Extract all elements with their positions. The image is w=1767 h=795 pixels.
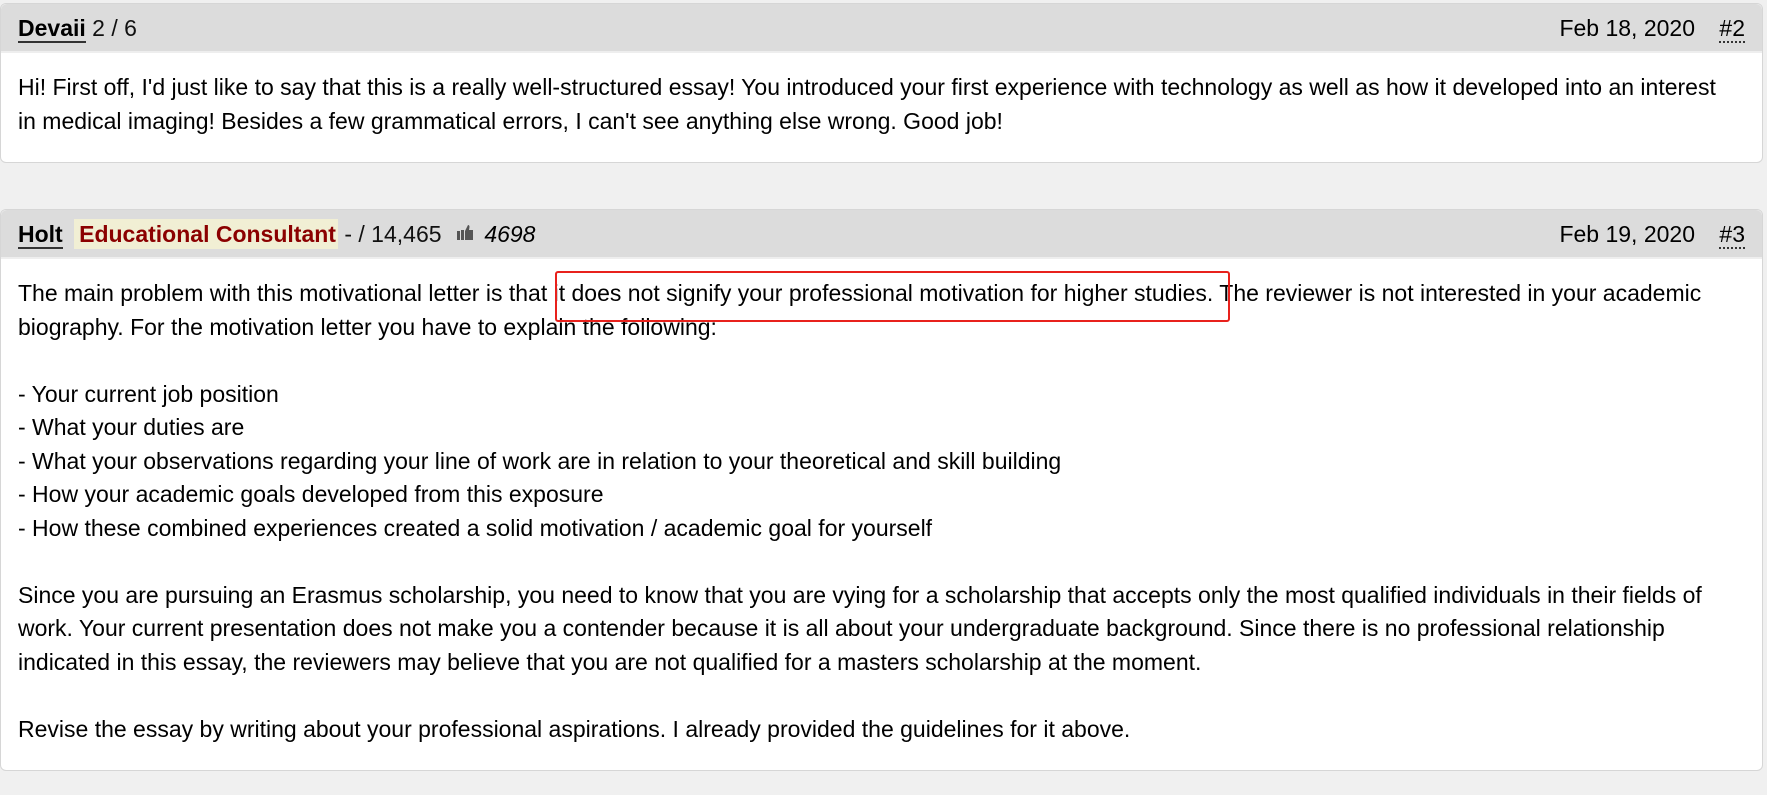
post-date: Feb 18, 2020 <box>1559 15 1696 41</box>
intro-text: The main problem with this motivational … <box>18 280 554 306</box>
body-paragraph: Since you are pursuing an Erasmus schola… <box>18 581 1702 675</box>
forum-post: Holt Educational Consultant - / 14,465 4… <box>0 209 1763 771</box>
author-post-count: - / 14,465 <box>344 221 442 247</box>
likes-count: 4698 <box>484 221 536 247</box>
list-item: - How your academic goals developed from… <box>18 481 604 507</box>
body-paragraph: Revise the essay by writing about your p… <box>18 715 1131 742</box>
author-post-count: 2 / 6 <box>92 15 137 41</box>
author-link[interactable]: Holt <box>18 221 63 249</box>
intro-paragraph: The main problem with this motivational … <box>18 277 1745 344</box>
user-title-badge: Educational Consultant <box>74 219 338 249</box>
post-header-right: Feb 19, 2020 #3 <box>1559 210 1745 259</box>
post-text-line: Hi! First off, I'd just like to say that… <box>18 74 1716 100</box>
list-item: - Your current job position <box>18 380 279 407</box>
forum-post: Devaii 2 / 6 Feb 18, 2020 #2 Hi! First o… <box>0 3 1763 163</box>
post-date: Feb 19, 2020 <box>1559 221 1696 247</box>
post-header: Devaii 2 / 6 Feb 18, 2020 #2 <box>1 4 1762 53</box>
list-item: - How these combined experiences created… <box>18 514 933 541</box>
post-text-line: in medical imaging! Besides a few gramma… <box>18 107 1003 134</box>
post-body: Hi! First off, I'd just like to say that… <box>1 53 1762 138</box>
list-item: - What your duties are <box>18 414 245 440</box>
post-body: The main problem with this motivational … <box>1 259 1762 746</box>
thumbs-up-icon <box>456 209 474 258</box>
highlighted-sentence: it does not signify your professional mo… <box>553 280 1214 306</box>
post-header: Holt Educational Consultant - / 14,465 4… <box>1 210 1762 259</box>
post-number-link[interactable]: #2 <box>1719 15 1745 43</box>
post-header-right: Feb 18, 2020 #2 <box>1559 4 1745 53</box>
list-item: - What your observations regarding your … <box>18 447 1062 474</box>
author-link[interactable]: Devaii <box>18 15 86 43</box>
post-number-link[interactable]: #3 <box>1719 221 1745 249</box>
